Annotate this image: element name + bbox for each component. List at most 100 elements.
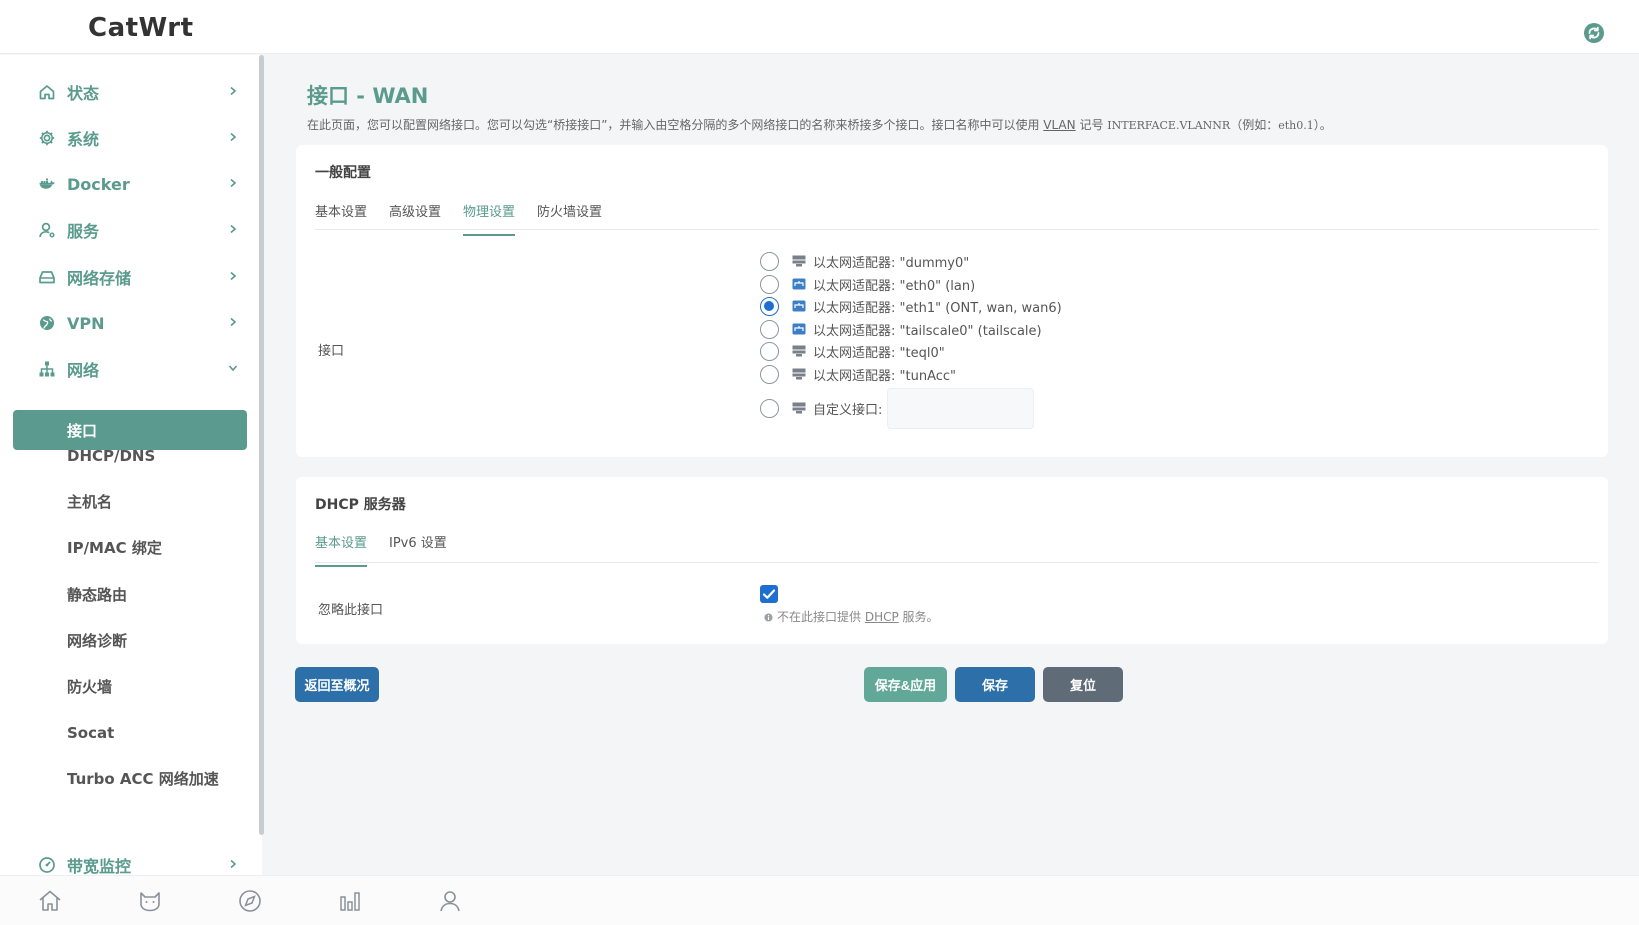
adapter-label: 以太网适配器: "eth1" (ONT, wan, wan6) [813,300,1062,316]
description-code: INTERFACE.VLANNR [1107,119,1231,132]
sidebar-subitem-interfaces[interactable]: 接口 [13,410,247,450]
ignore-interface-checkbox[interactable] [760,585,778,603]
dhcp-server-card: DHCP 服务器 基本设置 IPv6 设置 忽略此接口 不在此接口提供 DHCP… [296,477,1608,644]
sidebar-subitem-diagnostics[interactable]: 网络诊断 [67,630,127,652]
adapter-label: 以太网适配器: "teql0" [813,345,945,361]
chevron-down-icon [228,365,238,372]
sidebar-subitem-turbo-acc[interactable]: Turbo ACC 网络加速 [67,768,219,790]
sidebar-item-system[interactable]: 系统 [38,124,243,152]
description-text: 在此页面，您可以配置网络接口。您可以勾选“桥接接口”，并输入由空格分隔的多个网络… [307,118,1044,132]
sidebar-item-status[interactable]: 状态 [38,78,243,106]
custom-interface-option[interactable]: 自定义接口: [760,387,1035,429]
chevron-right-icon [230,271,237,281]
network-bridge-icon [792,300,806,312]
sidebar-item-network[interactable]: 网络 [38,355,243,383]
sidebar-item-storage[interactable]: 网络存储 [38,263,243,291]
sidebar-subitem-label: 接口 [67,422,98,440]
home-icon [38,83,56,101]
interface-label: 接口 [318,344,345,359]
adapter-label: 以太网适配器: "dummy0" [813,255,970,271]
section-title: DHCP 服务器 [315,497,406,513]
sidebar-item-label: Docker [67,174,130,194]
description-text: （例如： [1230,118,1279,132]
sidebar-subitem-hostnames[interactable]: 主机名 [67,491,112,513]
description-text: 记号 [1075,118,1108,132]
sidebar-item-services[interactable]: 服务 [38,216,243,244]
chevron-right-icon [230,132,237,142]
tab-basic-settings[interactable]: 基本设置 [315,202,367,236]
sidebar-scrollbar[interactable] [259,55,264,835]
reset-button[interactable]: 复位 [1043,667,1123,702]
custom-interface-input[interactable] [887,387,1035,429]
adapter-label: 以太网适配器: "tunAcc" [813,368,957,384]
sidebar-item-label: 网络存储 [67,269,132,288]
user-service-icon [38,221,56,239]
sidebar-subitem-ip-mac-binding[interactable]: IP/MAC 绑定 [67,537,162,559]
ignore-interface-label: 忽略此接口 [318,603,384,618]
description-code: eth0.1 [1278,119,1314,132]
sidebar-item-label: 状态 [67,84,100,103]
user-icon[interactable] [437,888,463,914]
refresh-icon[interactable] [1583,22,1605,44]
sidebar-subitem-socat[interactable]: Socat [67,722,114,744]
sidebar-item-label: 系统 [67,130,100,149]
vlan-link[interactable]: VLAN [1043,118,1075,132]
adapter-radio[interactable] [760,341,779,361]
tab-firewall-settings[interactable]: 防火墙设置 [537,202,602,236]
chevron-right-icon [230,224,237,234]
chevron-right-icon [230,859,237,869]
adapter-option[interactable]: 以太网适配器: "eth0" (lan) [760,274,975,294]
general-config-card: 一般配置 基本设置 高级设置 物理设置 防火墙设置 接口 以太网适配器: "du… [296,145,1608,457]
adapter-radio[interactable] [760,296,779,316]
adapter-option[interactable]: 以太网适配器: "teql0" [760,341,945,361]
compass-icon[interactable] [237,888,263,914]
tab-advanced-settings[interactable]: 高级设置 [389,202,441,236]
app-logo[interactable]: CatWrt [88,13,194,43]
dhcp-link[interactable]: DHCP [865,610,899,624]
gear-icon [38,129,56,147]
custom-interface-radio[interactable] [760,398,779,418]
adapter-option[interactable]: 以太网适配器: "tailscale0" (tailscale) [760,319,1042,339]
sidebar-item-label: 带宽监控 [67,857,132,876]
adapter-radio[interactable] [760,274,779,294]
adapter-radio[interactable] [760,364,779,384]
storage-icon [38,268,56,286]
adapter-radio[interactable] [760,251,779,271]
info-icon [764,613,773,622]
description-text: ）。 [1313,118,1332,132]
adapter-radio[interactable] [760,319,779,339]
sidebar-item-label: VPN [67,313,105,333]
top-bar: CatWrt [0,0,1639,54]
sidebar-subitem-static-routes[interactable]: 静态路由 [67,584,127,606]
page-description: 在此页面，您可以配置网络接口。您可以勾选“桥接接口”，并输入由空格分隔的多个网络… [307,116,1332,133]
home-icon[interactable] [37,888,63,914]
network-bridge-icon [792,278,806,290]
ethernet-port-icon [792,255,806,267]
sidebar-subitem-firewall[interactable]: 防火墙 [67,676,112,698]
chevron-right-icon [230,317,237,327]
adapter-option[interactable]: 以太网适配器: "tunAcc" [760,364,956,384]
adapter-label: 以太网适配器: "eth0" (lan) [813,278,976,294]
sidebar-subitem-dhcp-dns[interactable]: DHCP/DNS [67,445,155,467]
ethernet-port-icon [792,345,806,357]
ethernet-port-icon [792,368,806,380]
sidebar-item-docker[interactable]: Docker [38,170,243,198]
docker-icon [38,175,56,193]
adapter-option[interactable]: 以太网适配器: "dummy0" [760,251,969,271]
back-to-overview-button[interactable]: 返回至概况 [295,667,379,702]
sidebar-item-label: 网络 [67,361,100,380]
chevron-right-icon [230,86,237,96]
ignore-interface-hint: 不在此接口提供 DHCP 服务。 [764,608,939,625]
adapter-option[interactable]: 以太网适配器: "eth1" (ONT, wan, wan6) [760,296,1062,316]
save-button[interactable]: 保存 [955,667,1035,702]
custom-interface-label: 自定义接口: [813,402,883,418]
section-title: 一般配置 [315,165,371,181]
gauge-icon [38,856,56,874]
sidebar-item-vpn[interactable]: VPN [38,309,243,337]
tab-physical-settings[interactable]: 物理设置 [463,202,516,236]
chevron-right-icon [230,178,237,188]
bar-chart-icon[interactable] [337,888,363,914]
sidebar-item-label: 服务 [67,222,100,241]
cat-icon[interactable] [137,888,163,914]
save-apply-button[interactable]: 保存&应用 [864,667,947,702]
